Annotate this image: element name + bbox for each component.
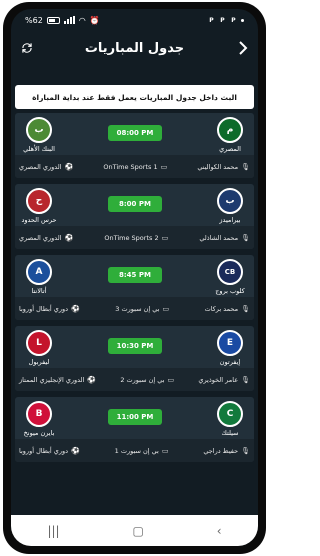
back-arrow-icon[interactable]: [232, 38, 252, 58]
matches-list: م المصري 08:00 PM ب البنك الأهلي الدوري …: [15, 113, 254, 468]
ball-icon: ⚽: [64, 162, 74, 171]
match-info-bar: الدوري المصري ⚽ OnTime Sports 2 ▭ محمد الش…: [15, 226, 254, 249]
battery-percent: %62: [25, 15, 43, 25]
more-notifications-icon: [241, 18, 244, 22]
commentator: عامر الخوذيري 🎙: [198, 375, 250, 384]
match-time: 8:00 PM: [108, 196, 162, 212]
channel: بي إن سبورت 2 ▭: [120, 375, 175, 384]
mic-icon: 🎙: [241, 446, 250, 455]
app-screen: %62 ◠ ⏰ P P P جدول المباريات البث داخل ج…: [11, 9, 258, 546]
home-team-logo: CB: [217, 259, 243, 285]
channel: OnTime Sports 2 ▭: [104, 233, 169, 242]
back-icon[interactable]: ‹: [217, 524, 222, 538]
away-team: A أتالانتا: [17, 259, 61, 295]
ball-icon: ⚽: [71, 446, 80, 455]
tv-icon: ▭: [161, 446, 169, 455]
channel: بي إن سبورت 1 ▭: [114, 446, 169, 455]
home-team-logo: م: [217, 117, 243, 143]
match-time: 10:30 PM: [108, 338, 162, 354]
match-time: 08:00 PM: [108, 125, 162, 141]
tv-icon: ▭: [167, 375, 175, 384]
tv-icon: ▭: [161, 233, 169, 242]
wifi-icon: ◠: [78, 15, 86, 25]
away-team: B بايرن ميونخ: [17, 401, 61, 437]
league: الدوري الإنجليزي الممتاز ⚽: [19, 375, 97, 384]
match-card[interactable]: م المصري 08:00 PM ب البنك الأهلي الدوري …: [15, 113, 254, 178]
alarm-icon: ⏰: [89, 15, 100, 25]
match-time: 11:00 PM: [108, 409, 162, 425]
status-bar: %62 ◠ ⏰ P P P: [11, 9, 258, 31]
away-team: ح حرس الحدود: [17, 188, 61, 224]
tv-icon: ▭: [162, 304, 170, 313]
away-team-logo: B: [26, 401, 52, 427]
home-team: C سيلتك: [208, 401, 252, 437]
home-team-logo: ب: [217, 188, 243, 214]
commentator: حفيظ دراجي 🎙: [203, 446, 250, 455]
away-team: L ليفربول: [17, 330, 61, 366]
home-team-name: إيفرتون: [219, 358, 241, 366]
match-card[interactable]: C سيلتك 11:00 PM B بايرن ميونخ دوري أبطا…: [15, 397, 254, 462]
channel: OnTime Sports 1 ▭: [103, 162, 168, 171]
match-info-bar: الدوري المصري ⚽ OnTime Sports 1 ▭ محمد الك…: [15, 155, 254, 178]
away-team: ب البنك الأهلي: [17, 117, 61, 153]
stream-notice: البث داخل جدول المباريات يعمل فقط عند بد…: [15, 85, 254, 109]
home-team: م المصري: [208, 117, 252, 153]
ball-icon: ⚽: [64, 233, 74, 242]
away-team-logo: ح: [26, 188, 52, 214]
commentator: محمد الكواليني 🎙: [197, 162, 250, 171]
match-card[interactable]: ب بيراميدز 8:00 PM ح حرس الحدود الدوري ا…: [15, 184, 254, 249]
away-team-name: البنك الأهلي: [23, 145, 55, 153]
home-team: ب بيراميدز: [208, 188, 252, 224]
match-info-bar: دوري أبطال أوروبا ⚽ بي إن سبورت 1 ▭ حفيظ د…: [15, 439, 254, 462]
away-team-logo: L: [26, 330, 52, 356]
page-title: جدول المباريات: [84, 40, 185, 56]
league: دوري أبطال أوروبا ⚽: [19, 304, 80, 313]
away-team-name: بايرن ميونخ: [23, 429, 55, 437]
mic-icon: 🎙: [241, 375, 250, 384]
home-team-name: كلوب بروج: [215, 287, 245, 295]
mic-icon: 🎙: [241, 233, 250, 242]
ball-icon: ⚽: [71, 304, 80, 313]
away-team-name: ليفربول: [28, 358, 50, 366]
top-app-bar: جدول المباريات: [11, 33, 258, 63]
ball-icon: ⚽: [87, 375, 97, 384]
league: الدوري المصري ⚽: [19, 162, 74, 171]
mic-icon: 🎙: [241, 162, 250, 171]
signal-icon: [63, 16, 75, 24]
league: الدوري المصري ⚽: [19, 233, 74, 242]
away-team-name: أتالانتا: [31, 287, 47, 295]
home-icon[interactable]: ▢: [132, 524, 143, 538]
notification-p-icon: P: [209, 16, 214, 24]
home-team: E إيفرتون: [208, 330, 252, 366]
match-info-bar: الدوري الإنجليزي الممتاز ⚽ بي إن سبورت 2 ▭…: [15, 368, 254, 391]
match-card[interactable]: CB كلوب بروج 8:45 PM A أتالانتا دوري أبط…: [15, 255, 254, 320]
phone-frame: %62 ◠ ⏰ P P P جدول المباريات البث داخل ج…: [3, 2, 266, 554]
refresh-icon[interactable]: [17, 38, 37, 58]
mic-icon: 🎙: [241, 304, 250, 313]
home-team-name: المصري: [219, 145, 241, 153]
status-right: P P P: [208, 17, 244, 24]
away-team-name: حرس الحدود: [21, 216, 57, 224]
status-left: %62 ◠ ⏰: [25, 16, 100, 25]
home-team-name: بيراميدز: [219, 216, 241, 224]
home-team-logo: C: [217, 401, 243, 427]
match-info-bar: دوري أبطال أوروبا ⚽ بي إن سبورت 3 ▭ محمد ب…: [15, 297, 254, 320]
away-team-logo: A: [26, 259, 52, 285]
notification-p-icon: P: [220, 16, 225, 24]
commentator: محمد بركات 🎙: [204, 304, 250, 313]
system-nav-bar: ||| ▢ ‹: [11, 515, 258, 546]
commentator: محمد الشاذلي 🎙: [199, 233, 250, 242]
battery-icon: [46, 16, 60, 24]
away-team-logo: ب: [26, 117, 52, 143]
league: دوري أبطال أوروبا ⚽: [19, 446, 80, 455]
channel: بي إن سبورت 3 ▭: [115, 304, 170, 313]
home-team-name: سيلتك: [221, 429, 239, 437]
notification-p-icon: P: [231, 16, 236, 24]
home-team-logo: E: [217, 330, 243, 356]
match-card[interactable]: E إيفرتون 10:30 PM L ليفربول الدوري الإن…: [15, 326, 254, 391]
match-time: 8:45 PM: [108, 267, 162, 283]
tv-icon: ▭: [160, 162, 168, 171]
recent-apps-icon[interactable]: |||: [47, 524, 59, 538]
home-team: CB كلوب بروج: [208, 259, 252, 295]
